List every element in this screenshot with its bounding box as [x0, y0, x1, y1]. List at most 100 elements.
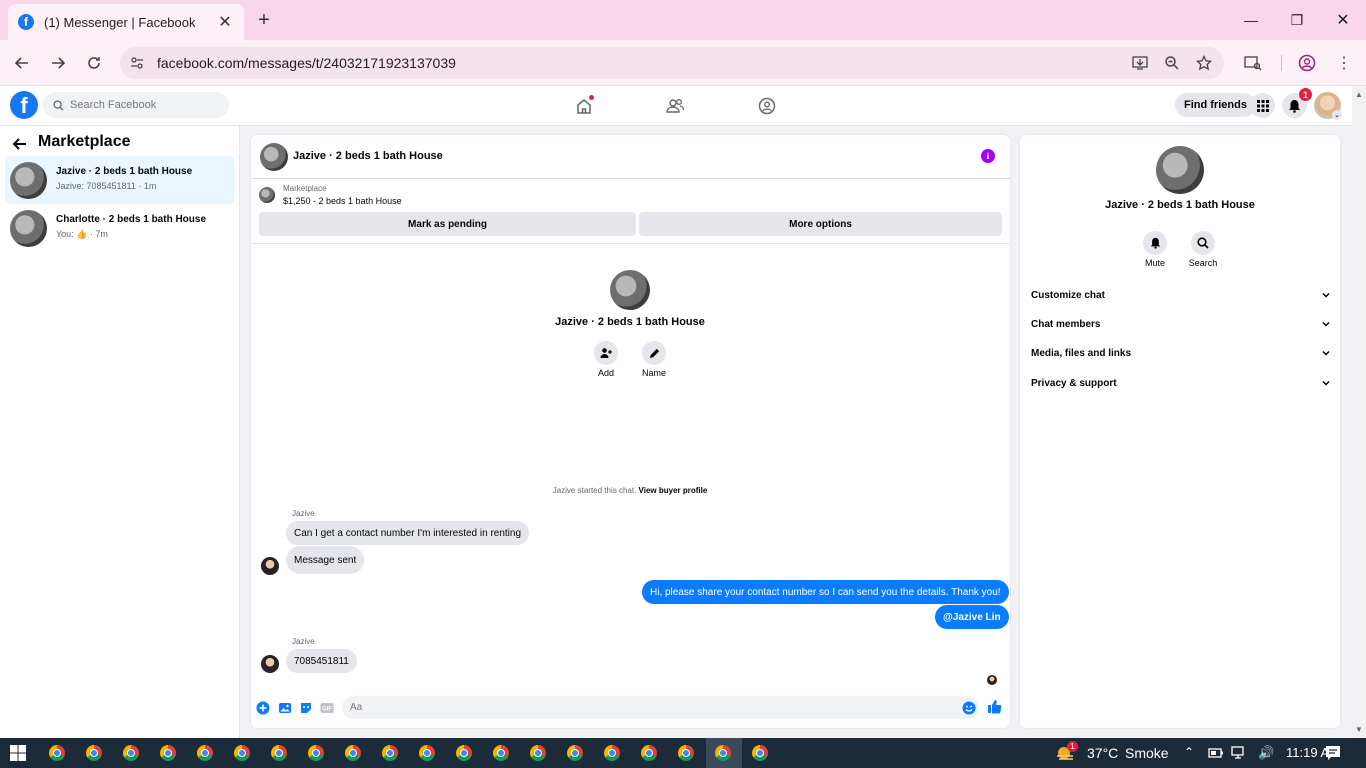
search-icon — [53, 99, 64, 111]
mark-as-pending-button[interactable]: Mark as pending — [259, 212, 636, 236]
browser-tab-messenger[interactable]: f (1) Messenger | Facebook ✕ — [8, 4, 244, 40]
scroll-up-icon[interactable]: ▲ — [1355, 90, 1363, 99]
incoming-message[interactable]: Message sent — [286, 546, 365, 574]
toolbar-divider — [1281, 55, 1282, 71]
page-scrollbar[interactable]: ▲ ▼ — [1352, 86, 1366, 738]
message-composer[interactable] — [342, 696, 979, 719]
tab-close-icon[interactable]: ✕ — [216, 12, 234, 32]
network-icon[interactable] — [1231, 746, 1249, 760]
weather-condition[interactable]: Smoke — [1125, 745, 1169, 761]
friends-icon[interactable] — [665, 96, 685, 116]
site-settings-icon[interactable] — [128, 54, 146, 72]
chrome-taskbar-icon[interactable] — [419, 745, 435, 761]
listing-thumbnail[interactable] — [259, 187, 275, 203]
details-name: Jazive · 2 beds 1 bath House — [1105, 199, 1255, 211]
install-app-icon[interactable] — [1131, 54, 1149, 72]
chrome-taskbar-icon[interactable] — [604, 745, 620, 761]
chrome-taskbar-icon[interactable] — [715, 745, 731, 761]
chrome-taskbar-icon[interactable] — [123, 745, 139, 761]
chrome-taskbar-icon[interactable] — [308, 745, 324, 761]
chrome-taskbar-icon[interactable] — [197, 745, 213, 761]
chrome-taskbar-icon[interactable] — [86, 745, 102, 761]
chat-members-row[interactable]: Chat members — [1031, 313, 1331, 335]
back-icon[interactable] — [12, 136, 28, 152]
tab-search-icon[interactable] — [1244, 54, 1262, 72]
section-label: Customize chat — [1031, 289, 1105, 301]
facebook-search[interactable] — [43, 92, 229, 118]
battery-icon[interactable] — [1208, 747, 1224, 759]
add-label: Add — [597, 368, 614, 378]
minimize-icon[interactable]: — — [1241, 10, 1261, 30]
chrome-taskbar-icon[interactable] — [234, 745, 250, 761]
find-friends-button[interactable]: Find friends — [1175, 93, 1256, 117]
notification-center-icon[interactable] — [1325, 745, 1341, 761]
customize-chat-row[interactable]: Customize chat — [1031, 284, 1331, 306]
scroll-down-icon[interactable]: ▼ — [1355, 725, 1363, 734]
media-files-links-row[interactable]: Media, files and links — [1031, 342, 1331, 364]
gif-icon[interactable]: GIF — [319, 700, 334, 715]
chat-title[interactable]: Jazive · 2 beds 1 bath House — [293, 150, 443, 162]
conversation-item-jazive[interactable]: Jazive · 2 beds 1 bath House Jazive: 708… — [5, 156, 235, 204]
mute-label: Mute — [1144, 258, 1165, 268]
reload-icon[interactable] — [83, 52, 105, 74]
chrome-taskbar-icon[interactable] — [530, 745, 546, 761]
info-icon[interactable]: i — [981, 149, 995, 163]
bookmark-star-icon[interactable] — [1195, 54, 1213, 72]
privacy-support-row[interactable]: Privacy & support — [1031, 372, 1331, 394]
url-text: facebook.com/messages/t/2403217192313703… — [157, 55, 456, 71]
message-input[interactable] — [350, 702, 930, 713]
facebook-logo-icon[interactable]: f — [10, 91, 38, 119]
account-chevron-icon[interactable]: ⌄ — [1332, 110, 1342, 120]
new-tab-button[interactable]: + — [254, 9, 274, 32]
mute-bell-icon[interactable] — [1143, 231, 1167, 255]
omnibox[interactable]: facebook.com/messages/t/2403217192313703… — [120, 47, 1224, 79]
show-hidden-icons-chevron-icon[interactable]: ⌃ — [1184, 745, 1194, 759]
edit-name-icon[interactable] — [642, 341, 666, 365]
zoom-icon[interactable] — [1163, 54, 1181, 72]
conversation-avatar — [10, 210, 47, 247]
chrome-taskbar-icon[interactable] — [382, 745, 398, 761]
chrome-taskbar-icon[interactable] — [678, 745, 694, 761]
chrome-taskbar-icon[interactable] — [49, 745, 65, 761]
outgoing-message[interactable]: @Jazive Lin — [935, 605, 1009, 629]
chrome-taskbar-icon[interactable] — [456, 745, 472, 761]
details-avatar[interactable] — [1156, 146, 1204, 194]
plus-circle-icon[interactable] — [255, 700, 270, 715]
chevron-down-icon — [1321, 290, 1331, 300]
chrome-taskbar-icon[interactable] — [567, 745, 583, 761]
chrome-taskbar-icon[interactable] — [493, 745, 509, 761]
emoji-icon[interactable] — [961, 700, 976, 715]
back-arrow-icon[interactable] — [11, 52, 33, 74]
sticker-icon[interactable] — [298, 700, 313, 715]
conversation-item-charlotte[interactable]: Charlotte · 2 beds 1 bath House You: 👍 ·… — [5, 204, 235, 252]
window-close-icon[interactable]: ✕ — [1333, 10, 1353, 30]
restore-icon[interactable]: ❐ — [1287, 10, 1307, 30]
listing-title[interactable]: $1,250 - 2 beds 1 bath House — [283, 196, 402, 206]
outgoing-message[interactable]: Hi, please share your contact number so … — [642, 580, 1009, 604]
speaker-icon[interactable]: 🔊 — [1258, 745, 1274, 761]
groups-icon[interactable] — [757, 96, 777, 116]
menu-grid-icon[interactable] — [1250, 93, 1275, 118]
chrome-taskbar-icon[interactable] — [752, 745, 768, 761]
add-person-icon[interactable] — [594, 341, 618, 365]
search-facebook-input[interactable] — [70, 99, 220, 111]
view-buyer-profile-link[interactable]: View buyer profile — [639, 486, 708, 495]
search-in-chat-icon[interactable] — [1191, 231, 1215, 255]
incoming-message[interactable]: Can I get a contact number I'm intereste… — [286, 521, 530, 545]
chrome-taskbar-icon[interactable] — [641, 745, 657, 761]
more-options-button[interactable]: More options — [639, 212, 1002, 236]
thumbs-up-icon[interactable] — [987, 699, 1002, 714]
chrome-taskbar-icon[interactable] — [345, 745, 361, 761]
forward-arrow-icon[interactable] — [47, 52, 69, 74]
chat-header-avatar[interactable] — [260, 143, 288, 171]
chevron-down-icon — [1321, 378, 1331, 388]
incoming-message[interactable]: 7085451811 — [286, 649, 357, 673]
chrome-taskbar-icon[interactable] — [271, 745, 287, 761]
name-label: Name — [641, 368, 666, 378]
profile-icon[interactable] — [1298, 54, 1316, 72]
windows-start-icon[interactable] — [10, 745, 26, 761]
browser-menu-icon[interactable]: ⋮ — [1335, 54, 1353, 72]
photo-icon[interactable] — [277, 700, 292, 715]
chrome-taskbar-icon[interactable] — [160, 745, 176, 761]
weather-temperature[interactable]: 37°C — [1087, 745, 1118, 761]
